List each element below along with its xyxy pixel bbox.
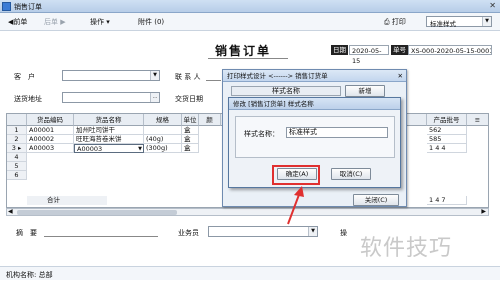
row-number: 1 bbox=[7, 126, 27, 135]
chevron-down-icon: ▼ bbox=[150, 71, 159, 80]
cancel-button[interactable]: 取消(C) bbox=[331, 168, 371, 180]
status-text: 机构名称: 总部 bbox=[6, 271, 53, 279]
row-unit[interactable]: 盒 bbox=[182, 126, 199, 135]
dialog-title: 打印样式设计 <------> 销售订货单 ✕ bbox=[223, 70, 406, 82]
row-batch[interactable]: 585 bbox=[427, 135, 467, 144]
dialog-title-text: 打印样式设计 <------> 销售订货单 bbox=[227, 72, 328, 80]
total-label: 合计 bbox=[27, 196, 107, 205]
status-bar: 机构名称: 总部 bbox=[0, 266, 500, 280]
next-doc-button[interactable]: 后单 ▶ bbox=[44, 17, 66, 27]
address-field[interactable]: … bbox=[62, 92, 160, 103]
doc-number-field[interactable]: XS-000-2020-05-15-0001 bbox=[408, 45, 492, 55]
table-header-spec: 规格 bbox=[144, 114, 182, 126]
memo-label: 摘 要 bbox=[16, 229, 37, 237]
chevron-down-icon[interactable]: ▼ bbox=[138, 145, 142, 152]
dialog-title: 修改 [销售订货单] 样式名称 bbox=[229, 98, 400, 110]
row-spec[interactable]: (300g) bbox=[144, 144, 182, 153]
annotation-arrow-icon bbox=[287, 186, 304, 225]
print-button[interactable]: ⎙ 打印 bbox=[384, 17, 406, 27]
prev-doc-button[interactable]: ◀前单 bbox=[8, 17, 27, 27]
app-icon bbox=[2, 2, 11, 11]
confirm-highlight-box bbox=[272, 165, 320, 185]
ellipsis-icon[interactable]: … bbox=[150, 93, 159, 102]
table-header-unit: 单位 bbox=[182, 114, 199, 126]
window-titlebar: 销售订单 ✕ bbox=[0, 0, 500, 13]
total-batch: 1 4 7 bbox=[427, 196, 467, 205]
row-number: 6 bbox=[7, 171, 27, 180]
scroll-left-icon[interactable]: ◀ bbox=[8, 208, 13, 215]
close-dialog-button[interactable]: 关闭(C) bbox=[353, 194, 399, 206]
row-number: 2 bbox=[7, 135, 27, 144]
doc-number-label: 单号 bbox=[391, 45, 408, 55]
style-name-label: 样式名称： bbox=[244, 130, 279, 138]
row-number: 3 ▸ bbox=[7, 144, 27, 153]
row-number: 4 bbox=[7, 153, 27, 162]
table-header-rownum bbox=[7, 114, 27, 126]
operator-label: 操 bbox=[340, 229, 347, 237]
row-batch[interactable]: 1 4 4 bbox=[427, 144, 467, 153]
watermark-text: 软件技巧 bbox=[360, 236, 453, 261]
style-name-input[interactable]: 标准样式 bbox=[286, 127, 388, 138]
address-label: 送货地址 bbox=[14, 95, 42, 103]
horizontal-scrollbar[interactable]: ◀ ▶ bbox=[6, 208, 489, 216]
table-header-color: 颜 bbox=[199, 114, 221, 126]
date-field[interactable]: 2020-05-15 bbox=[349, 45, 389, 65]
dialog-title-text: 修改 [销售订货单] 样式名称 bbox=[233, 100, 314, 108]
close-icon[interactable]: ✕ bbox=[398, 70, 403, 82]
contact-field[interactable] bbox=[206, 80, 221, 81]
row-batch[interactable]: 562 bbox=[427, 126, 467, 135]
chevron-down-icon: ▼ bbox=[482, 17, 491, 26]
style-select-value: 标准样式 bbox=[430, 20, 456, 28]
dialog-body-panel: 样式名称： 标准样式 bbox=[235, 116, 395, 158]
customer-label: 客 户 bbox=[14, 73, 35, 81]
salesman-label: 业务员 bbox=[178, 229, 199, 237]
row-code[interactable]: A00003 bbox=[27, 144, 74, 153]
style-select[interactable]: 标准样式 ▼ bbox=[426, 16, 492, 28]
memo-field[interactable] bbox=[44, 236, 158, 237]
customer-select[interactable]: ▼ bbox=[62, 70, 160, 81]
document-title: 销售订单 bbox=[215, 44, 272, 58]
window-title: 销售订单 bbox=[14, 3, 42, 11]
table-header-extra: ≡ bbox=[467, 114, 488, 126]
date-label: 日期 bbox=[331, 45, 348, 55]
row-number-text: 3 bbox=[11, 144, 16, 152]
style-list-header: 样式名称 bbox=[231, 86, 341, 96]
chevron-down-icon: ▼ bbox=[308, 227, 317, 236]
row-spec[interactable]: (40g) bbox=[144, 135, 182, 144]
row-unit[interactable]: 盒 bbox=[182, 144, 199, 153]
row-unit[interactable]: 盒 bbox=[182, 135, 199, 144]
scroll-right-icon[interactable]: ▶ bbox=[481, 208, 486, 215]
row-name-editor-value: A00003 bbox=[77, 145, 103, 153]
scrollbar-thumb[interactable] bbox=[17, 210, 177, 215]
table-header-name: 货品名称 bbox=[74, 114, 144, 126]
deliver-date-label: 交货日期 bbox=[175, 95, 203, 103]
row-name-editor[interactable]: A00003 ▼ bbox=[74, 144, 144, 153]
print-label: 打印 bbox=[391, 18, 406, 26]
attachments-button[interactable]: 附件 (0) bbox=[138, 17, 164, 27]
table-header-code: 货品编码 bbox=[27, 114, 74, 126]
add-style-button[interactable]: 新增 bbox=[345, 85, 385, 97]
close-icon[interactable]: ✕ bbox=[489, 1, 496, 10]
row-code[interactable]: A00002 bbox=[27, 135, 74, 144]
toolbar: ◀前单 后单 ▶ 操作 ▾ 附件 (0) ⎙ 打印 标准样式 ▼ bbox=[0, 13, 500, 31]
salesman-select[interactable]: ▼ bbox=[208, 226, 318, 237]
row-name[interactable]: 加州吐司饼干 bbox=[74, 126, 144, 135]
row-code[interactable]: A00001 bbox=[27, 126, 74, 135]
contact-label: 联 系 人 bbox=[175, 73, 201, 81]
table-header-batch: 产品批号 bbox=[427, 114, 467, 126]
row-spec[interactable] bbox=[144, 126, 182, 135]
row-name[interactable]: 旺旺海苔卷米饼 bbox=[74, 135, 144, 144]
printer-icon: ⎙ bbox=[384, 18, 390, 26]
operations-menu[interactable]: 操作 ▾ bbox=[90, 17, 110, 27]
row-number: 5 bbox=[7, 162, 27, 171]
title-underline bbox=[208, 58, 288, 59]
